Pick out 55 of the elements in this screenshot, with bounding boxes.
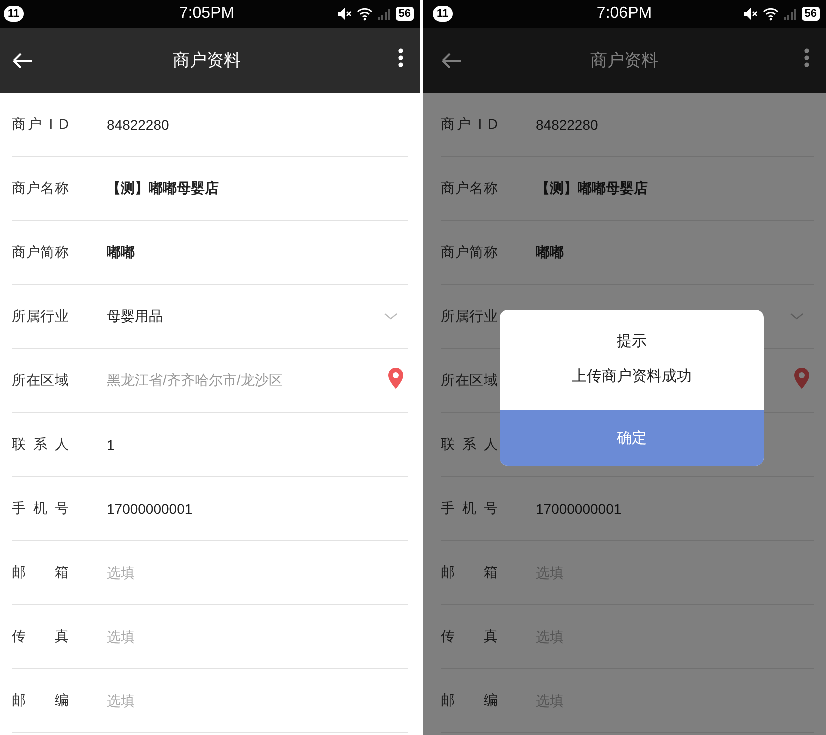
- field-value: 黑龙江省/齐齐哈尔市/龙沙区: [107, 372, 283, 390]
- field-value: 84822280: [536, 116, 598, 132]
- field-value: 嘟嘟: [536, 244, 564, 262]
- field-value: 母婴用品: [107, 308, 163, 326]
- wifi-icon: [762, 7, 779, 21]
- field-value: 嘟嘟: [107, 244, 135, 262]
- back-icon[interactable]: [12, 50, 33, 70]
- field-label: 商户 I D: [441, 116, 498, 134]
- dialog-message: 上传商户资料成功: [572, 367, 692, 386]
- mute-icon: [742, 7, 758, 21]
- field-label: 所属行业: [441, 308, 498, 326]
- field-label: 邮 编: [441, 692, 498, 710]
- field-value: 84822280: [107, 116, 170, 132]
- wifi-icon: [356, 7, 373, 21]
- more-icon[interactable]: [398, 48, 404, 68]
- field-label: 所在区域: [441, 372, 498, 390]
- status-time: 7:06PM: [596, 5, 652, 22]
- screen-title: 商户资料: [590, 51, 658, 70]
- field-value: 【测】嘟嘟母婴店: [107, 180, 219, 198]
- field-value: 【测】嘟嘟母婴店: [536, 180, 648, 198]
- field-label: 邮 箱: [12, 564, 69, 582]
- confirm-button[interactable]: 确定: [500, 410, 764, 466]
- field-label: 商户简称: [441, 244, 498, 262]
- field-label: 手 机 号: [441, 500, 498, 518]
- field-label: 传 真: [12, 628, 69, 646]
- dialog-title: 提示: [617, 332, 647, 351]
- signal-icon: [378, 7, 391, 21]
- field-label: 联 系 人: [12, 436, 69, 454]
- input-field[interactable]: 选填: [107, 564, 227, 580]
- field-label: 邮 箱: [441, 564, 498, 582]
- field-label: 邮 编: [12, 692, 69, 710]
- field-value: 17000000001: [536, 500, 622, 516]
- field-label: 传 真: [441, 628, 498, 646]
- battery-level: 56: [396, 7, 414, 21]
- field-label: 商户名称: [12, 180, 69, 198]
- battery-level: 56: [802, 7, 820, 21]
- mute-icon: [336, 7, 352, 21]
- status-time: 7:05PM: [179, 5, 235, 22]
- field-value: 1: [107, 436, 115, 452]
- location-pin-icon[interactable]: [388, 368, 404, 388]
- screen-title: 商户资料: [173, 51, 241, 70]
- input-field[interactable]: 选填: [107, 628, 227, 644]
- field-label: 商户简称: [12, 244, 69, 262]
- notification-badge: 11: [4, 6, 24, 22]
- notification-badge: 11: [433, 6, 453, 22]
- field-label: 所在区域: [12, 372, 69, 390]
- location-pin-icon[interactable]: [794, 368, 810, 388]
- field-label: 联 系 人: [441, 436, 498, 454]
- field-label: 商户 I D: [12, 116, 69, 134]
- field-label: 手 机 号: [12, 500, 69, 518]
- field-label: 商户名称: [441, 180, 498, 198]
- input-field[interactable]: 选填: [107, 692, 227, 708]
- signal-icon: [784, 7, 797, 21]
- field-label: 所属行业: [12, 308, 69, 326]
- field-value: 17000000001: [107, 500, 193, 516]
